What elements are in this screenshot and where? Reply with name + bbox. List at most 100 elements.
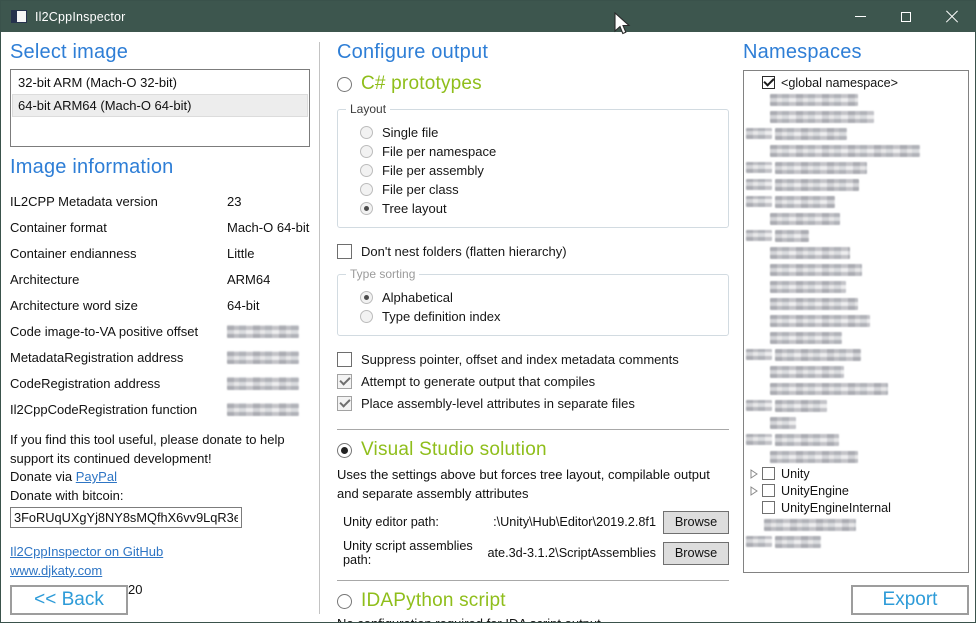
type-sorting-radio-icon[interactable] [360,291,373,304]
namespace-row-redacted[interactable] [746,516,966,533]
title-bar: Il2CppInspector [1,1,975,32]
maximize-icon [901,12,911,22]
layout-option[interactable]: Tree layout [360,199,718,218]
output-option-checkbox-row[interactable]: Suppress pointer, offset and index metad… [337,349,729,370]
output-option-checkbox-label: Place assembly-level attributes in separ… [361,396,635,411]
namespace-row-redacted[interactable] [746,91,966,108]
expander-icon[interactable] [746,469,762,479]
type-sorting-option[interactable]: Type definition index [360,307,718,326]
namespace-row-redacted[interactable] [746,261,966,278]
output-option-checkbox-row[interactable]: Place assembly-level attributes in separ… [337,393,729,414]
visual-studio-solution-radio[interactable]: Visual Studio solution [337,437,729,463]
namespace-row-redacted[interactable] [746,278,966,295]
namespace-row-redacted[interactable] [746,227,966,244]
close-icon [945,10,959,24]
namespace-row-redacted[interactable] [746,346,966,363]
namespace-row-redacted[interactable] [746,295,966,312]
type-sorting-group-label: Type sorting [346,267,419,281]
maximize-button[interactable] [883,1,929,32]
close-button[interactable] [929,1,975,32]
namespace-row[interactable]: UnityEngineInternal [746,499,966,516]
layout-radio-icon[interactable] [360,183,373,196]
namespace-checkbox-icon[interactable] [762,484,775,497]
image-info-table: IL2CPP Metadata version23Container forma… [10,188,310,422]
namespace-row-redacted[interactable] [746,159,966,176]
ida-radio-icon[interactable] [337,594,352,609]
namespace-row-redacted[interactable] [746,210,966,227]
image-info-value: ARM64 [227,272,270,287]
namespace-row[interactable]: <global namespace> [746,74,966,91]
namespace-row-redacted[interactable] [746,448,966,465]
browse-assemblies-button[interactable]: Browse [663,542,729,565]
csharp-prototypes-radio[interactable]: C# prototypes [337,71,729,97]
expander-icon[interactable] [746,486,762,496]
website-link[interactable]: www.djkaty.com [10,563,102,578]
layout-option[interactable]: File per assembly [360,161,718,180]
namespace-checkbox-icon[interactable] [762,467,775,480]
layout-radio-icon[interactable] [360,202,373,215]
flatten-checkbox-icon[interactable] [337,244,352,259]
redacted-namespace-blur [770,417,796,429]
flatten-hierarchy-checkbox-row[interactable]: Don't nest folders (flatten hierarchy) [337,241,729,262]
output-option-checkbox-row[interactable]: Attempt to generate output that compiles [337,371,729,392]
redacted-namespace-blur [775,196,835,208]
github-link[interactable]: Il2CppInspector on GitHub [10,544,163,559]
namespace-row-redacted[interactable] [746,142,966,159]
namespace-row-redacted[interactable] [746,414,966,431]
layout-option-label: Single file [382,125,438,140]
namespace-row-redacted[interactable] [746,533,966,550]
namespace-row-redacted[interactable] [746,431,966,448]
layout-option-label: File per namespace [382,144,496,159]
namespace-checkbox-icon[interactable] [762,501,775,514]
image-info-row: IL2CPP Metadata version23 [10,188,310,214]
image-listbox[interactable]: 32-bit ARM (Mach-O 32-bit)64-bit ARM64 (… [10,69,310,147]
namespace-row-redacted[interactable] [746,244,966,261]
redacted-namespace-blur [775,536,821,548]
type-sorting-radio-icon[interactable] [360,310,373,323]
layout-option[interactable]: File per class [360,180,718,199]
bitcoin-address-input[interactable] [10,507,242,528]
namespace-row[interactable]: UnityEngine [746,482,966,499]
type-sorting-option[interactable]: Alphabetical [360,288,718,307]
output-option-checkbox-icon[interactable] [337,374,352,389]
namespace-row[interactable]: Unity [746,465,966,482]
namespace-row-redacted[interactable] [746,193,966,210]
image-info-label: Architecture word size [10,298,138,313]
namespace-row-redacted[interactable] [746,312,966,329]
image-info-label: MetadataRegistration address [10,350,183,365]
namespace-row-redacted[interactable] [746,363,966,380]
layout-option[interactable]: Single file [360,123,718,142]
image-info-value-redacted [227,377,299,390]
image-info-row: ArchitectureARM64 [10,266,310,292]
namespaces-tree[interactable]: <global namespace> UnityUnityEngineUnityE… [743,70,969,573]
paypal-link[interactable]: PayPal [76,469,117,484]
layout-radio-icon[interactable] [360,126,373,139]
export-button[interactable]: Export [851,585,969,615]
output-option-checkbox-icon[interactable] [337,396,352,411]
unity-assemblies-path-label: Unity script assemblies path: [343,539,487,567]
image-info-row: Architecture word size64-bit [10,292,310,318]
namespace-row-redacted[interactable] [746,329,966,346]
image-info-value-redacted [227,325,299,338]
csharp-radio-icon[interactable] [337,77,352,92]
image-list-item[interactable]: 64-bit ARM64 (Mach-O 64-bit) [12,94,308,117]
minimize-button[interactable] [837,1,883,32]
vs-radio-icon[interactable] [337,443,352,458]
back-button[interactable]: << Back [10,585,128,615]
namespace-row-redacted[interactable] [746,397,966,414]
idapython-script-radio[interactable]: IDAPython script [337,588,729,614]
browse-editor-button[interactable]: Browse [663,511,729,534]
layout-radio-icon[interactable] [360,164,373,177]
namespace-row-redacted[interactable] [746,176,966,193]
namespace-row-redacted[interactable] [746,380,966,397]
namespace-checkbox-icon[interactable] [762,76,775,89]
output-option-checkbox-icon[interactable] [337,352,352,367]
redacted-namespace-blur [770,213,840,225]
select-image-heading: Select image [10,41,310,64]
donate-via-prefix: Donate via [10,469,76,484]
layout-radio-icon[interactable] [360,145,373,158]
image-list-item[interactable]: 32-bit ARM (Mach-O 32-bit) [12,71,308,94]
layout-option[interactable]: File per namespace [360,142,718,161]
namespace-row-redacted[interactable] [746,108,966,125]
namespace-row-redacted[interactable] [746,125,966,142]
